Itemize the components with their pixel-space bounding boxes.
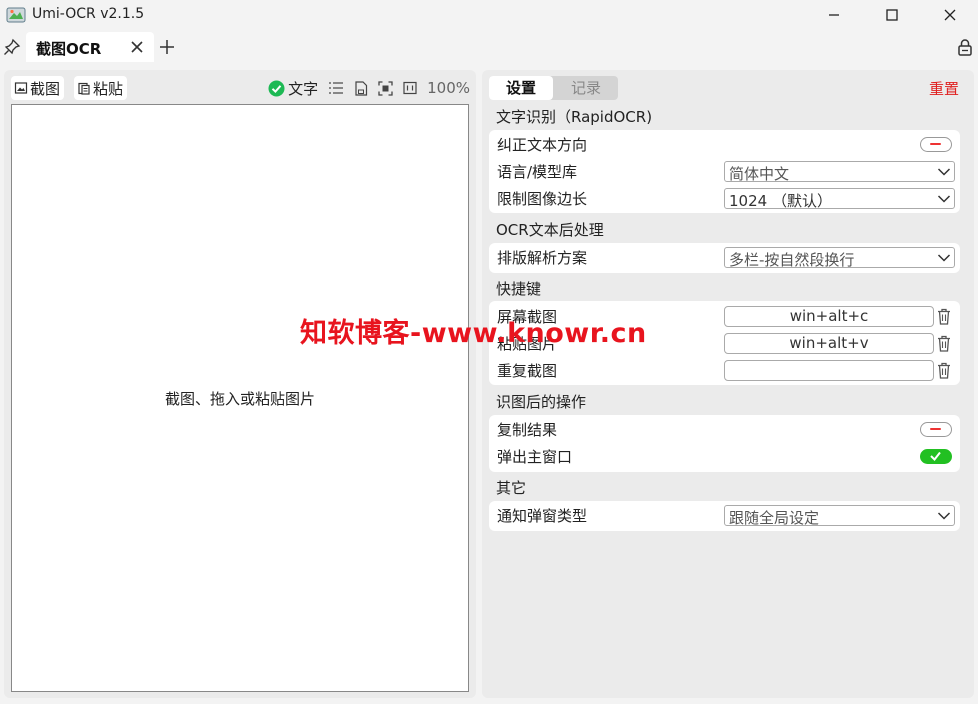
save-icon[interactable] (354, 80, 368, 96)
list-icon[interactable] (328, 81, 344, 95)
row-notify-type: 通知弹窗类型 跟随全局设定 (489, 502, 960, 529)
limit-side-label: 限制图像边长 (497, 190, 588, 208)
card-after: 复制结果 弹出主窗口 (489, 415, 960, 472)
notify-type-select[interactable]: 跟随全局设定 (724, 505, 955, 527)
language-select[interactable]: 简体中文 (724, 161, 955, 183)
notify-type-label: 通知弹窗类型 (497, 507, 588, 525)
layout-scheme-label: 排版解析方案 (497, 249, 588, 267)
maximize-icon (886, 9, 898, 21)
section-title-post: OCR文本后处理 (496, 221, 604, 239)
screenshot-button[interactable]: 截图 (11, 76, 65, 100)
check-icon (930, 451, 941, 462)
section-title-other: 其它 (496, 479, 527, 497)
switch-off-icon (930, 143, 941, 145)
card-post: 排版解析方案 多栏-按自然段换行 (489, 243, 960, 273)
switch-off-icon (930, 428, 941, 430)
correct-direction-switch[interactable] (920, 137, 952, 152)
repeat-capture-label: 重复截图 (497, 362, 558, 380)
pin-icon[interactable] (3, 38, 21, 56)
close-button[interactable] (922, 0, 978, 30)
fit-screen-icon[interactable] (378, 80, 393, 96)
limit-side-value: 1024 （默认） (729, 192, 832, 210)
screenshot-label: 截图 (30, 79, 61, 98)
card-ocr: 纠正文本方向 语言/模型库 简体中文 限制图像边长 1024 （默认） (489, 130, 960, 213)
section-title-after: 识图后的操作 (496, 393, 587, 411)
chevron-down-icon (937, 512, 951, 520)
row-language-model: 语言/模型库 简体中文 (489, 158, 960, 185)
text-toggle-label: 文字 (288, 79, 319, 98)
text-toggle[interactable]: 文字 (268, 78, 318, 99)
paste-button[interactable]: 粘贴 (74, 76, 128, 100)
chevron-down-icon (937, 195, 951, 203)
row-repeat-capture: 重复截图 (489, 357, 960, 384)
paste-label: 粘贴 (93, 79, 124, 98)
row-correct-direction: 纠正文本方向 (489, 131, 960, 158)
trash-icon[interactable] (936, 308, 952, 325)
minimize-icon (829, 14, 839, 16)
copy-result-label: 复制结果 (497, 421, 558, 439)
window-title: Umi-OCR v2.1.5 (32, 6, 145, 22)
row-copy-result: 复制结果 (489, 416, 960, 443)
repeat-capture-hotkey[interactable] (724, 360, 934, 381)
screen-capture-hotkey[interactable]: win+alt+c (724, 306, 934, 327)
tab-bar: 截图OCR (0, 32, 978, 62)
correct-direction-label: 纠正文本方向 (497, 136, 588, 154)
actual-size-icon[interactable] (403, 81, 417, 95)
copy-result-switch[interactable] (920, 422, 952, 437)
zoom-level: 100% (427, 79, 470, 97)
canvas-hint: 截图、拖入或粘贴图片 (164, 390, 315, 408)
row-layout-scheme: 排版解析方案 多栏-按自然段换行 (489, 244, 960, 271)
section-title-hotkeys: 快捷键 (496, 280, 542, 298)
trash-icon[interactable] (936, 362, 952, 379)
reset-button[interactable]: 重置 (929, 78, 959, 99)
chevron-down-icon (937, 254, 951, 262)
notify-type-value: 跟随全局设定 (729, 509, 820, 527)
layout-scheme-value: 多栏-按自然段换行 (729, 251, 855, 269)
chevron-down-icon (937, 168, 951, 176)
limit-side-select[interactable]: 1024 （默认） (724, 188, 955, 210)
app-logo-icon (6, 7, 26, 23)
view-toolbar: 文字 100% (268, 76, 470, 100)
close-icon (944, 9, 956, 21)
settings-panel: 设置 记录 重置 文字识别（RapidOCR) 纠正文本方向 语言/模型库 简体… (482, 70, 974, 698)
language-model-label: 语言/模型库 (497, 163, 578, 181)
image-canvas[interactable]: 截图、拖入或粘贴图片 (11, 104, 469, 692)
tab-close-icon[interactable] (129, 39, 145, 55)
image-panel: 截图 粘贴 文字 100% 截图、拖入或粘贴图片 (4, 70, 476, 698)
image-icon (14, 82, 28, 94)
paste-image-hotkey[interactable]: win+alt+v (724, 333, 934, 354)
popup-main-switch[interactable] (920, 449, 952, 464)
add-tab-icon[interactable] (158, 38, 176, 56)
watermark-text: 知软博客-www.knowr.cn (300, 318, 647, 349)
check-circle-icon (268, 80, 285, 96)
tab-records[interactable]: 记录 (554, 76, 618, 100)
section-title-ocr: 文字识别（RapidOCR) (496, 108, 653, 126)
lock-icon[interactable] (956, 38, 974, 56)
popup-main-label: 弹出主窗口 (497, 448, 573, 466)
tab-settings[interactable]: 设置 (489, 76, 553, 100)
maximize-button[interactable] (864, 0, 920, 30)
layout-scheme-select[interactable]: 多栏-按自然段换行 (724, 247, 955, 269)
card-other: 通知弹窗类型 跟随全局设定 (489, 501, 960, 531)
minimize-button[interactable] (806, 0, 862, 30)
language-value: 简体中文 (729, 165, 790, 183)
row-popup-main: 弹出主窗口 (489, 443, 960, 470)
tab-label: 截图OCR (36, 40, 102, 58)
title-bar: Umi-OCR v2.1.5 (0, 0, 978, 30)
tab-screenshot-ocr[interactable]: 截图OCR (26, 32, 154, 62)
row-limit-side: 限制图像边长 1024 （默认） (489, 185, 960, 212)
panel-switcher: 设置 记录 (489, 76, 618, 100)
trash-icon[interactable] (936, 335, 952, 352)
clipboard-icon (78, 82, 90, 95)
